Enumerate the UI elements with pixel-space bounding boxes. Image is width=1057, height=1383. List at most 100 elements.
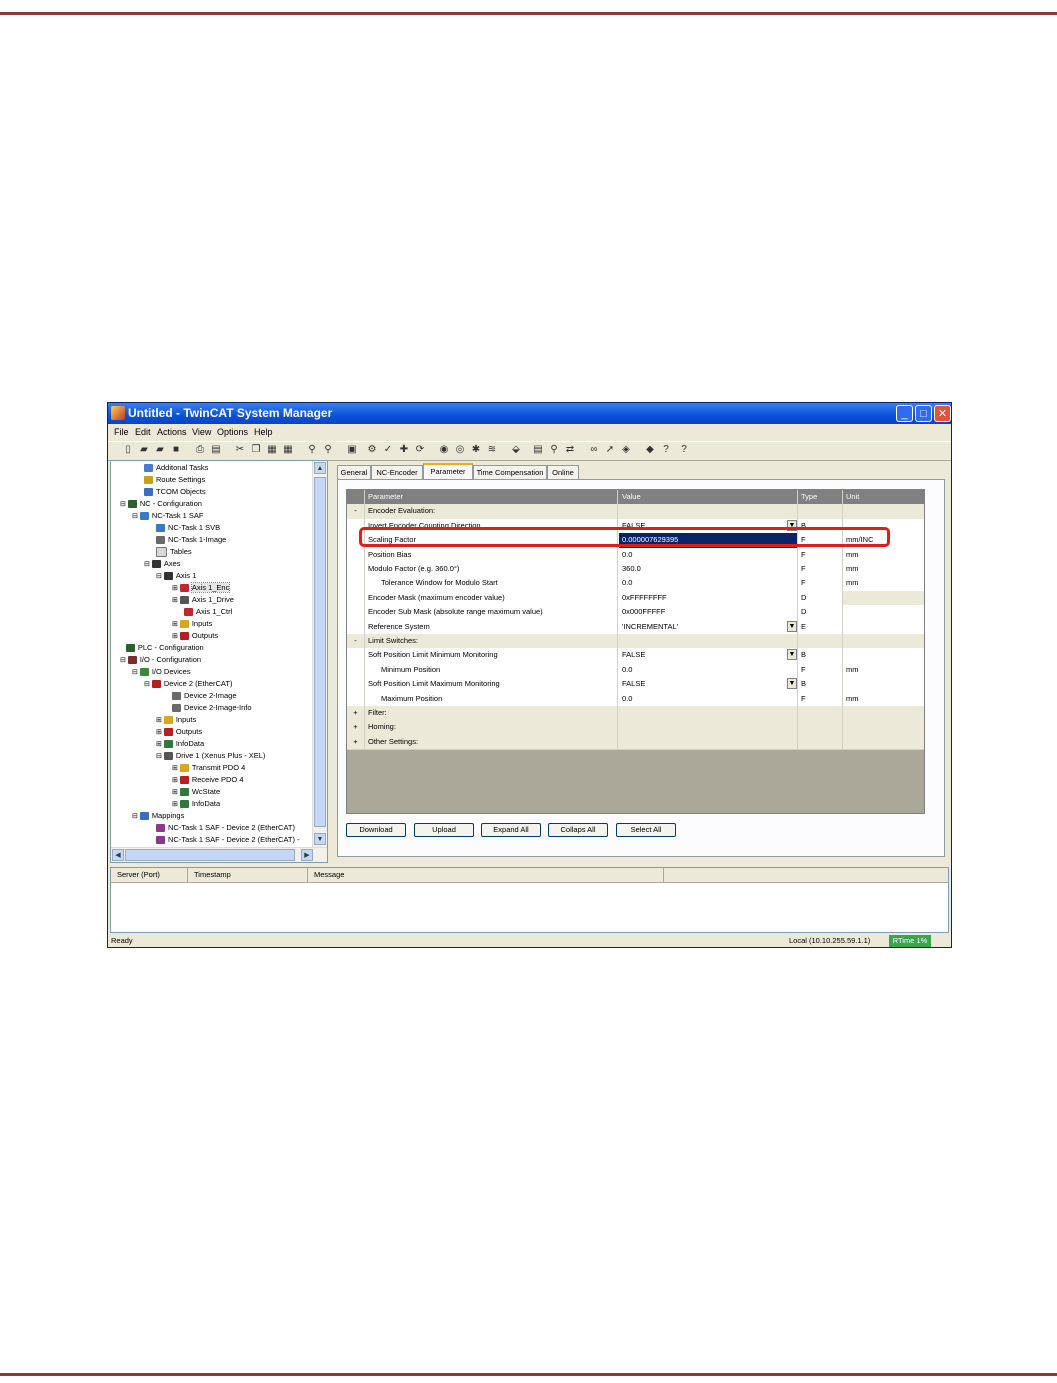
menu-options[interactable]: Options	[217, 427, 248, 437]
new-icon[interactable]: ▯	[122, 444, 134, 456]
tab-general[interactable]: General	[337, 465, 371, 479]
table-row[interactable]: Soft Position Limit Minimum Monitoring F…	[347, 648, 924, 664]
group-row-limit-switches[interactable]: - Limit Switches:	[347, 634, 924, 650]
tree-item-receive-pdo-4[interactable]: ⊞ Receive PDO 4	[172, 774, 244, 786]
tree-item-device-2-image-info[interactable]: Device 2-Image-Info	[172, 702, 252, 714]
scroll-up-icon[interactable]: ▲	[314, 462, 326, 474]
tree-item-wcstate[interactable]: ⊞ WcState	[172, 786, 220, 798]
collapse-toggle[interactable]: -	[347, 634, 365, 649]
group-row-filter[interactable]: + Filter:	[347, 706, 924, 722]
filter-icon[interactable]: ⬙	[510, 444, 522, 456]
tab-time-compensation[interactable]: Time Compensation	[473, 465, 547, 479]
save-icon[interactable]: ■	[170, 444, 182, 456]
restart-tcsystem-icon[interactable]: ⟳	[414, 444, 426, 456]
download-button[interactable]: Download	[346, 823, 406, 837]
menu-file[interactable]: File	[114, 427, 129, 437]
menu-edit[interactable]: Edit	[135, 427, 151, 437]
tree-item-axes[interactable]: ⊟ Axes	[144, 558, 181, 570]
group-row-homing[interactable]: + Homing:	[347, 720, 924, 736]
tree-item-axis-1-drive[interactable]: ⊞ Axis 1_Drive	[172, 594, 234, 606]
scroll-left-icon[interactable]: ◀	[112, 849, 124, 861]
tree-item-mappings[interactable]: ⊟ Mappings	[132, 810, 184, 822]
tree-item-nc-task-1-image[interactable]: NC-Task 1-Image	[156, 534, 226, 546]
eraser-icon[interactable]: ◆	[644, 444, 656, 456]
tree-item-nc-task-1-svb[interactable]: NC-Task 1 SVB	[156, 522, 220, 534]
cursor-icon[interactable]: ➚	[604, 444, 616, 456]
minimize-icon[interactable]: _	[896, 405, 913, 422]
free-run-icon[interactable]: ◎	[454, 444, 466, 456]
print-preview-icon[interactable]: ▤	[210, 444, 222, 456]
zoom-icon[interactable]: ⚲	[548, 444, 560, 456]
tree-item-axis-inputs[interactable]: ⊞ Inputs	[172, 618, 212, 630]
table-row[interactable]: Reference System 'INCREMENTAL' ▼ E	[347, 619, 924, 635]
scroll-down-icon[interactable]: ▼	[314, 833, 326, 845]
expand-toggle[interactable]: +	[347, 720, 365, 735]
table-row[interactable]: Modulo Factor (e.g. 360.0°) 360.0 F mm	[347, 562, 924, 578]
tree-item-plc-configuration[interactable]: PLC - Configuration	[120, 642, 204, 654]
column-value[interactable]: Value	[619, 492, 641, 501]
tree-item-tables[interactable]: Tables	[156, 546, 192, 558]
column-unit[interactable]: Unit	[843, 492, 859, 501]
tree-item-device-outputs[interactable]: ⊞ Outputs	[156, 726, 202, 738]
column-message[interactable]: Message	[308, 868, 664, 882]
scan-devices-icon[interactable]: ◉	[438, 444, 450, 456]
table-row[interactable]: Position Bias 0.0 F mm	[347, 547, 924, 563]
tree-vertical-scrollbar[interactable]: ▲ ▼	[312, 461, 327, 848]
collapse-toggle[interactable]: -	[347, 504, 365, 519]
expand-toggle[interactable]: +	[347, 706, 365, 721]
expand-all-button[interactable]: Expand All	[481, 823, 541, 837]
tree-item-nc-task-1-saf[interactable]: ⊟ NC-Task 1 SAF	[132, 510, 204, 522]
target-system-icon[interactable]: ▣	[346, 444, 358, 456]
param-value[interactable]: 0.0	[619, 578, 632, 587]
tree-horizontal-scroll-thumb[interactable]	[125, 849, 295, 861]
tree-item-route-settings[interactable]: Route Settings	[144, 474, 205, 486]
tree-horizontal-scrollbar[interactable]: ◀ ▶	[111, 847, 327, 862]
tree-item-io-devices[interactable]: ⊟ I/O Devices	[132, 666, 191, 678]
properties-icon[interactable]: ▤	[532, 444, 544, 456]
tree-item-device-inputs[interactable]: ⊞ Inputs	[156, 714, 196, 726]
tree-item-drive-infodata[interactable]: ⊞ InfoData	[172, 798, 220, 810]
select-all-button[interactable]: Select All	[616, 823, 676, 837]
tree-item-nc-configuration[interactable]: ⊟ NC - Configuration	[120, 498, 202, 510]
tree-item-device-2-ethercat[interactable]: ⊟ Device 2 (EtherCAT)	[144, 678, 232, 690]
table-row[interactable]: Soft Position Limit Maximum Monitoring F…	[347, 677, 924, 693]
check-configuration-icon[interactable]: ✓	[382, 444, 394, 456]
generate-mappings-icon[interactable]: ⚙	[366, 444, 378, 456]
column-server-port[interactable]: Server (Port)	[111, 868, 188, 882]
open-icon[interactable]: ▰	[138, 444, 150, 456]
table-row[interactable]: Tolerance Window for Modulo Start 0.0 F …	[347, 576, 924, 592]
tree-item-axis-1-enc[interactable]: ⊞ Axis 1_Enc	[172, 582, 231, 594]
menu-help[interactable]: Help	[254, 427, 273, 437]
menu-actions[interactable]: Actions	[157, 427, 187, 437]
find-next-icon[interactable]: ⚲	[322, 444, 334, 456]
paste-icon[interactable]: ▦	[266, 444, 278, 456]
param-value[interactable]: 360.0	[619, 564, 641, 573]
open-recent-icon[interactable]: ▰	[154, 444, 166, 456]
table-row[interactable]: Minimum Position 0.0 F mm	[347, 662, 924, 679]
print-icon[interactable]: ⎙	[194, 444, 206, 456]
close-icon[interactable]: ✕	[934, 405, 951, 422]
tree-item-tcom-objects[interactable]: TCOM Objects	[144, 486, 206, 498]
toggle-icon[interactable]: ✱	[470, 444, 482, 456]
find-icon[interactable]: ⚲	[306, 444, 318, 456]
param-value[interactable]: 0x000FFFFF	[619, 607, 665, 616]
column-type[interactable]: Type	[798, 492, 817, 501]
group-row-encoder-evaluation[interactable]: - Encoder Evaluation:	[347, 504, 924, 520]
tree-item-device-infodata[interactable]: ⊞ InfoData	[156, 738, 204, 750]
param-value[interactable]: 0.0	[619, 550, 632, 559]
collaps-all-button[interactable]: Collaps All	[548, 823, 608, 837]
copy-icon[interactable]: ❐	[250, 444, 262, 456]
tree-item-device-2-image[interactable]: Device 2-Image	[172, 690, 237, 702]
tree-item-axis-1-ctrl[interactable]: Axis 1_Ctrl	[184, 606, 232, 618]
scroll-right-icon[interactable]: ▶	[301, 849, 313, 861]
table-row[interactable]: Encoder Sub Mask (absolute range maximum…	[347, 605, 924, 621]
show-online-icon[interactable]: ≋	[486, 444, 498, 456]
column-timestamp[interactable]: Timestamp	[188, 868, 308, 882]
param-value[interactable]: FALSE	[619, 650, 645, 659]
column-parameter[interactable]: Parameter	[365, 492, 403, 501]
tab-nc-encoder[interactable]: NC-Encoder	[371, 465, 423, 479]
group-row-other-settings[interactable]: + Other Settings:	[347, 734, 924, 751]
context-help-icon[interactable]: ?	[660, 444, 672, 456]
menu-view[interactable]: View	[192, 427, 211, 437]
help-icon[interactable]: ?	[678, 444, 690, 456]
